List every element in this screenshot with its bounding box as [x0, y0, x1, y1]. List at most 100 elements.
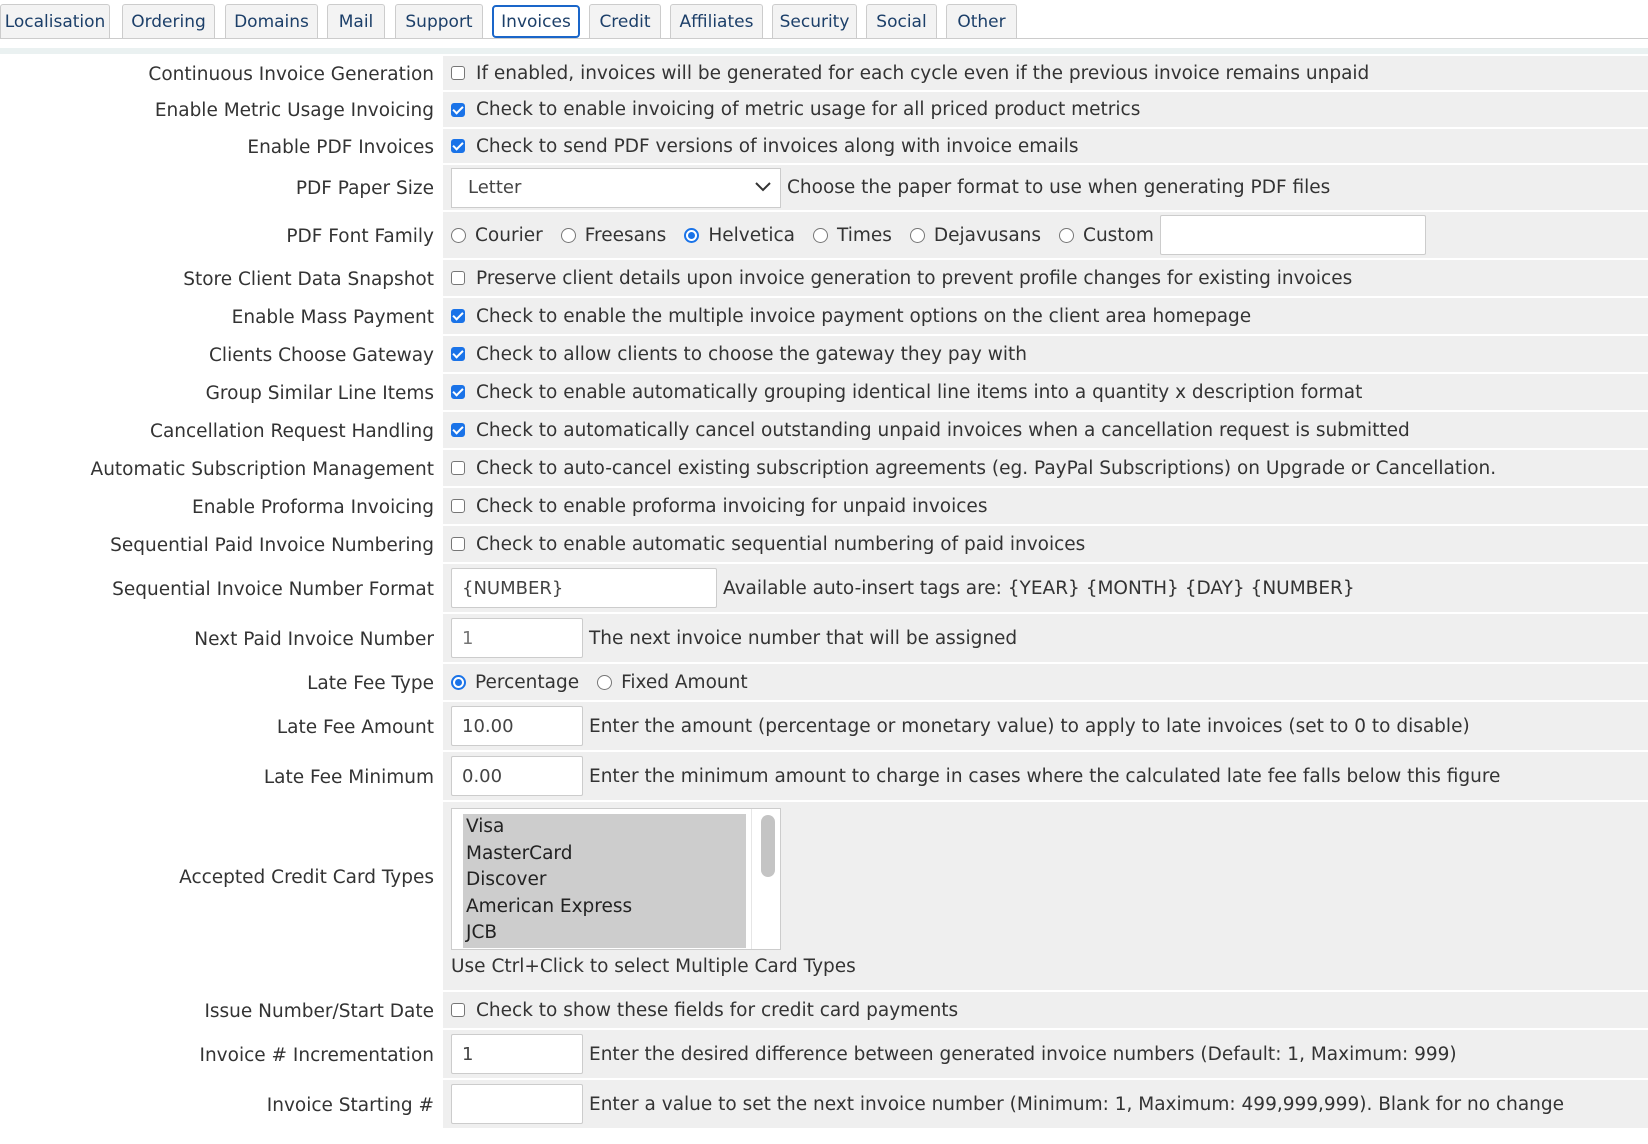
tab-social[interactable]: Social	[866, 4, 937, 38]
setting-field: Percentage Fixed Amount	[443, 664, 1648, 702]
card-option-visa[interactable]: Visa	[463, 814, 746, 841]
font-option-helvetica[interactable]: Helvetica	[684, 225, 795, 246]
tab-affiliates[interactable]: Affiliates	[670, 4, 763, 38]
setting-field: Check to send PDF versions of invoices a…	[443, 129, 1648, 165]
setting-description: Check to allow clients to choose the gat…	[476, 343, 1028, 365]
card-option-american-express[interactable]: American Express	[463, 894, 746, 921]
custom-font-input[interactable]	[1159, 215, 1426, 255]
setting-description: Check to show these fields for credit ca…	[476, 999, 959, 1021]
card-option-jcb[interactable]: JCB	[463, 920, 746, 947]
setting-row-subscription-management: Automatic Subscription Management Check …	[0, 450, 1648, 488]
setting-description: Enter the amount (percentage or monetary…	[589, 715, 1470, 737]
sequential-numbering-checkbox[interactable]	[451, 537, 465, 551]
issue-number-checkbox[interactable]	[451, 1003, 465, 1017]
setting-label: Continuous Invoice Generation	[0, 56, 442, 92]
tab-credit[interactable]: Credit	[589, 4, 661, 38]
setting-field: Check to show these fields for credit ca…	[443, 992, 1648, 1030]
tab-mail[interactable]: Mail	[327, 4, 385, 38]
setting-label: PDF Font Family	[0, 212, 442, 260]
setting-description: Enter the desired difference between gen…	[589, 1043, 1457, 1065]
setting-description: Check to enable proforma invoicing for u…	[476, 495, 988, 517]
card-types-listbox[interactable]: Visa MasterCard Discover American Expres…	[451, 808, 781, 950]
tab-support[interactable]: Support	[395, 4, 483, 38]
setting-label: Store Client Data Snapshot	[0, 260, 442, 298]
proforma-checkbox[interactable]	[451, 499, 465, 513]
client-snapshot-checkbox[interactable]	[451, 271, 465, 285]
setting-description: Enter a value to set the next invoice nu…	[589, 1093, 1565, 1115]
pdf-invoices-checkbox[interactable]	[451, 139, 465, 153]
setting-label: Invoice Starting #	[0, 1080, 442, 1130]
font-option-times[interactable]: Times	[812, 224, 892, 246]
tab-security[interactable]: Security	[772, 4, 857, 38]
card-option-discover[interactable]: Discover	[463, 867, 746, 894]
group-line-items-checkbox[interactable]	[451, 385, 465, 399]
setting-field: Check to enable proforma invoicing for u…	[443, 488, 1648, 526]
metric-usage-checkbox[interactable]	[451, 102, 465, 117]
starting-number-input[interactable]	[451, 1084, 583, 1124]
setting-label: Sequential Invoice Number Format	[0, 564, 442, 614]
mass-payment-checkbox[interactable]	[451, 309, 465, 323]
setting-field: Courier Freesans Helvetica Times Dejavus…	[443, 212, 1648, 260]
setting-row-incrementation: Invoice # Incrementation Enter the desir…	[0, 1030, 1648, 1080]
paper-size-select[interactable]: Letter	[451, 167, 781, 208]
late-fee-minimum-input[interactable]	[451, 756, 583, 796]
radio-label: Percentage	[475, 671, 580, 693]
incrementation-input[interactable]	[451, 1034, 583, 1074]
tab-content-separator	[0, 48, 1648, 54]
late-fee-option-percentage[interactable]: Percentage	[451, 672, 579, 693]
setting-description: Check to enable automatically grouping i…	[476, 381, 1363, 403]
choose-gateway-checkbox[interactable]	[451, 347, 465, 361]
setting-label: Enable PDF Invoices	[0, 129, 442, 165]
setting-description: Check to automatically cancel outstandin…	[476, 419, 1410, 441]
setting-label: Late Fee Minimum	[0, 752, 442, 802]
font-option-custom[interactable]: Custom	[1059, 225, 1154, 246]
setting-description: Enter the minimum amount to charge in ca…	[589, 765, 1501, 787]
late-fee-fixed-radio[interactable]	[597, 674, 613, 690]
setting-row-choose-gateway: Clients Choose Gateway Check to allow cl…	[0, 336, 1648, 374]
font-option-dejavusans[interactable]: Dejavusans	[909, 225, 1041, 246]
radio-label: Times	[836, 224, 892, 246]
setting-row-metric-usage: Enable Metric Usage Invoicing Check to e…	[0, 92, 1648, 129]
listbox-scrollbar-thumb[interactable]	[761, 815, 775, 877]
tab-invoices[interactable]: Invoices	[492, 5, 580, 38]
font-helvetica-radio[interactable]	[684, 227, 700, 243]
continuous-invoice-checkbox[interactable]	[451, 66, 465, 80]
setting-row-cancellation-handling: Cancellation Request Handling Check to a…	[0, 412, 1648, 450]
setting-field: Check to enable invoicing of metric usag…	[443, 92, 1648, 129]
tab-localisation[interactable]: Localisation	[0, 4, 110, 38]
setting-field: Enter the minimum amount to charge in ca…	[443, 752, 1648, 802]
setting-field: Available auto-insert tags are: {YEAR} {…	[443, 564, 1648, 614]
setting-field: Check to automatically cancel outstandin…	[443, 412, 1648, 450]
setting-row-pdf-paper-size: PDF Paper Size Letter Choose the paper f…	[0, 165, 1648, 212]
font-option-courier[interactable]: Courier	[451, 225, 543, 246]
chevron-down-icon	[754, 177, 772, 198]
setting-description: Check to enable the multiple invoice pay…	[476, 305, 1252, 327]
font-dejavusans-radio[interactable]	[909, 227, 925, 243]
font-courier-radio[interactable]	[451, 227, 466, 243]
setting-row-pdf-invoices: Enable PDF Invoices Check to send PDF ve…	[0, 129, 1648, 165]
sequential-format-input[interactable]	[451, 568, 717, 608]
font-option-freesans[interactable]: Freesans	[560, 225, 666, 246]
card-option-mastercard[interactable]: MasterCard	[463, 841, 746, 868]
font-custom-radio[interactable]	[1059, 227, 1075, 243]
next-paid-number-input[interactable]	[451, 618, 583, 658]
late-fee-option-fixed[interactable]: Fixed Amount	[597, 672, 748, 693]
late-fee-amount-input[interactable]	[451, 706, 583, 746]
setting-label: Automatic Subscription Management	[0, 450, 442, 488]
setting-row-starting-number: Invoice Starting # Enter a value to set …	[0, 1080, 1648, 1130]
tab-ordering[interactable]: Ordering	[122, 4, 215, 38]
setting-field: Letter Choose the paper format to use wh…	[443, 165, 1648, 212]
setting-label: Late Fee Amount	[0, 702, 442, 752]
late-fee-percentage-radio[interactable]	[451, 674, 466, 690]
setting-label: Enable Proforma Invoicing	[0, 488, 442, 526]
setting-row-mass-payment: Enable Mass Payment Check to enable the …	[0, 298, 1648, 336]
setting-row-proforma: Enable Proforma Invoicing Check to enabl…	[0, 488, 1648, 526]
card-types-options: Visa MasterCard Discover American Expres…	[463, 814, 746, 948]
font-times-radio[interactable]	[812, 227, 828, 243]
setting-row-next-paid-number: Next Paid Invoice Number The next invoic…	[0, 614, 1648, 664]
tab-domains[interactable]: Domains	[225, 4, 318, 38]
font-freesans-radio[interactable]	[560, 227, 576, 243]
subscription-management-checkbox[interactable]	[451, 461, 465, 475]
cancellation-handling-checkbox[interactable]	[451, 423, 465, 437]
tab-other[interactable]: Other	[946, 4, 1017, 38]
